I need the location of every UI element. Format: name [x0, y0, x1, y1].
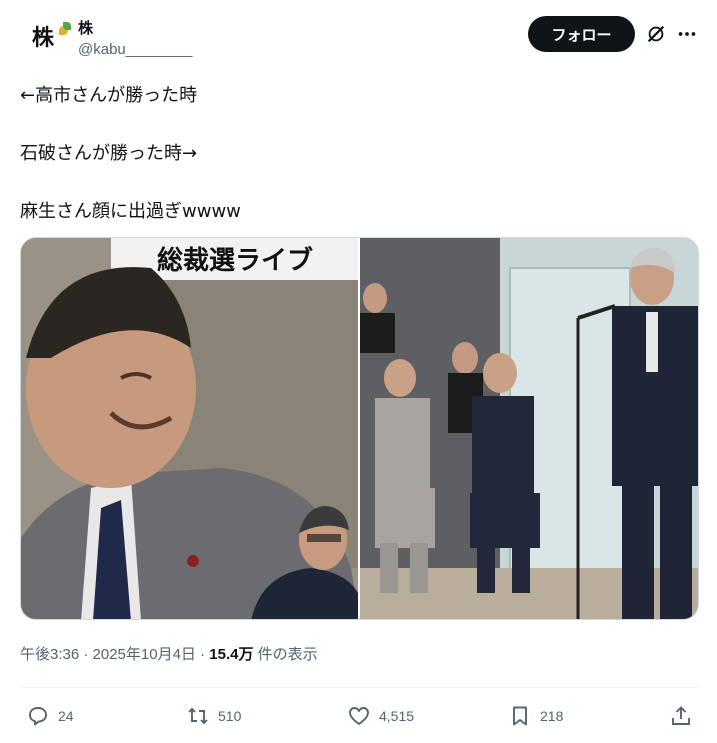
tweet-line-2: 石破さんが勝った時→: [20, 143, 198, 164]
repost-button[interactable]: 510: [186, 700, 241, 732]
photo-left-illustration: 総裁選ライブ: [21, 238, 358, 619]
like-button[interactable]: 4,515: [347, 700, 414, 732]
tweet-header: 株 株 @kabu________ フォロー: [0, 0, 717, 70]
avatar-leaf-decoration-2: [63, 22, 71, 30]
grok-icon[interactable]: [645, 23, 667, 45]
share-button[interactable]: [669, 700, 693, 732]
timestamp-date[interactable]: 午後3:36 · 2025年10月4日 ·: [20, 646, 209, 663]
left-caption: 総裁選ライブ: [157, 245, 313, 276]
user-handle[interactable]: @kabu________: [78, 41, 193, 58]
like-count: 4,515: [379, 708, 415, 724]
reply-count: 24: [58, 708, 74, 724]
display-name[interactable]: 株: [78, 17, 93, 38]
photo-right[interactable]: [360, 238, 698, 619]
tweet-line-1: ←高市さんが勝った時: [20, 85, 198, 106]
follow-button[interactable]: フォロー: [528, 16, 635, 52]
bookmark-count: 218: [540, 708, 564, 724]
view-count: 15.4万: [209, 646, 254, 663]
more-icon[interactable]: [676, 23, 698, 45]
photo-right-illustration: [360, 238, 698, 619]
avatar-glyph: 株: [31, 26, 54, 51]
share-icon: [672, 706, 690, 725]
media-grid: 総裁選ライブ: [20, 237, 699, 620]
action-bar: 24 510 4,515 218: [0, 700, 717, 732]
reply-icon: [29, 707, 47, 726]
reply-button[interactable]: 24: [26, 700, 74, 732]
bookmark-icon: [513, 706, 527, 726]
repost-icon: [188, 707, 208, 725]
view-suffix: 件の表示: [253, 646, 318, 663]
tweet-timestamp[interactable]: 午後3:36 · 2025年10月4日 · 15.4万 件の表示: [20, 643, 318, 664]
tweet-text: ←高市さんが勝った時 石破さんが勝った時→ 麻生さん顔に出過ぎwwww: [20, 84, 700, 224]
heart-icon: [349, 707, 369, 725]
bookmark-button[interactable]: 218: [508, 700, 563, 732]
tweet-line-3: 麻生さん顔に出過ぎwwww: [20, 201, 241, 222]
divider: [20, 687, 699, 688]
repost-count: 510: [218, 708, 242, 724]
photo-left[interactable]: 総裁選ライブ: [21, 238, 358, 619]
avatar[interactable]: 株: [21, 14, 71, 58]
